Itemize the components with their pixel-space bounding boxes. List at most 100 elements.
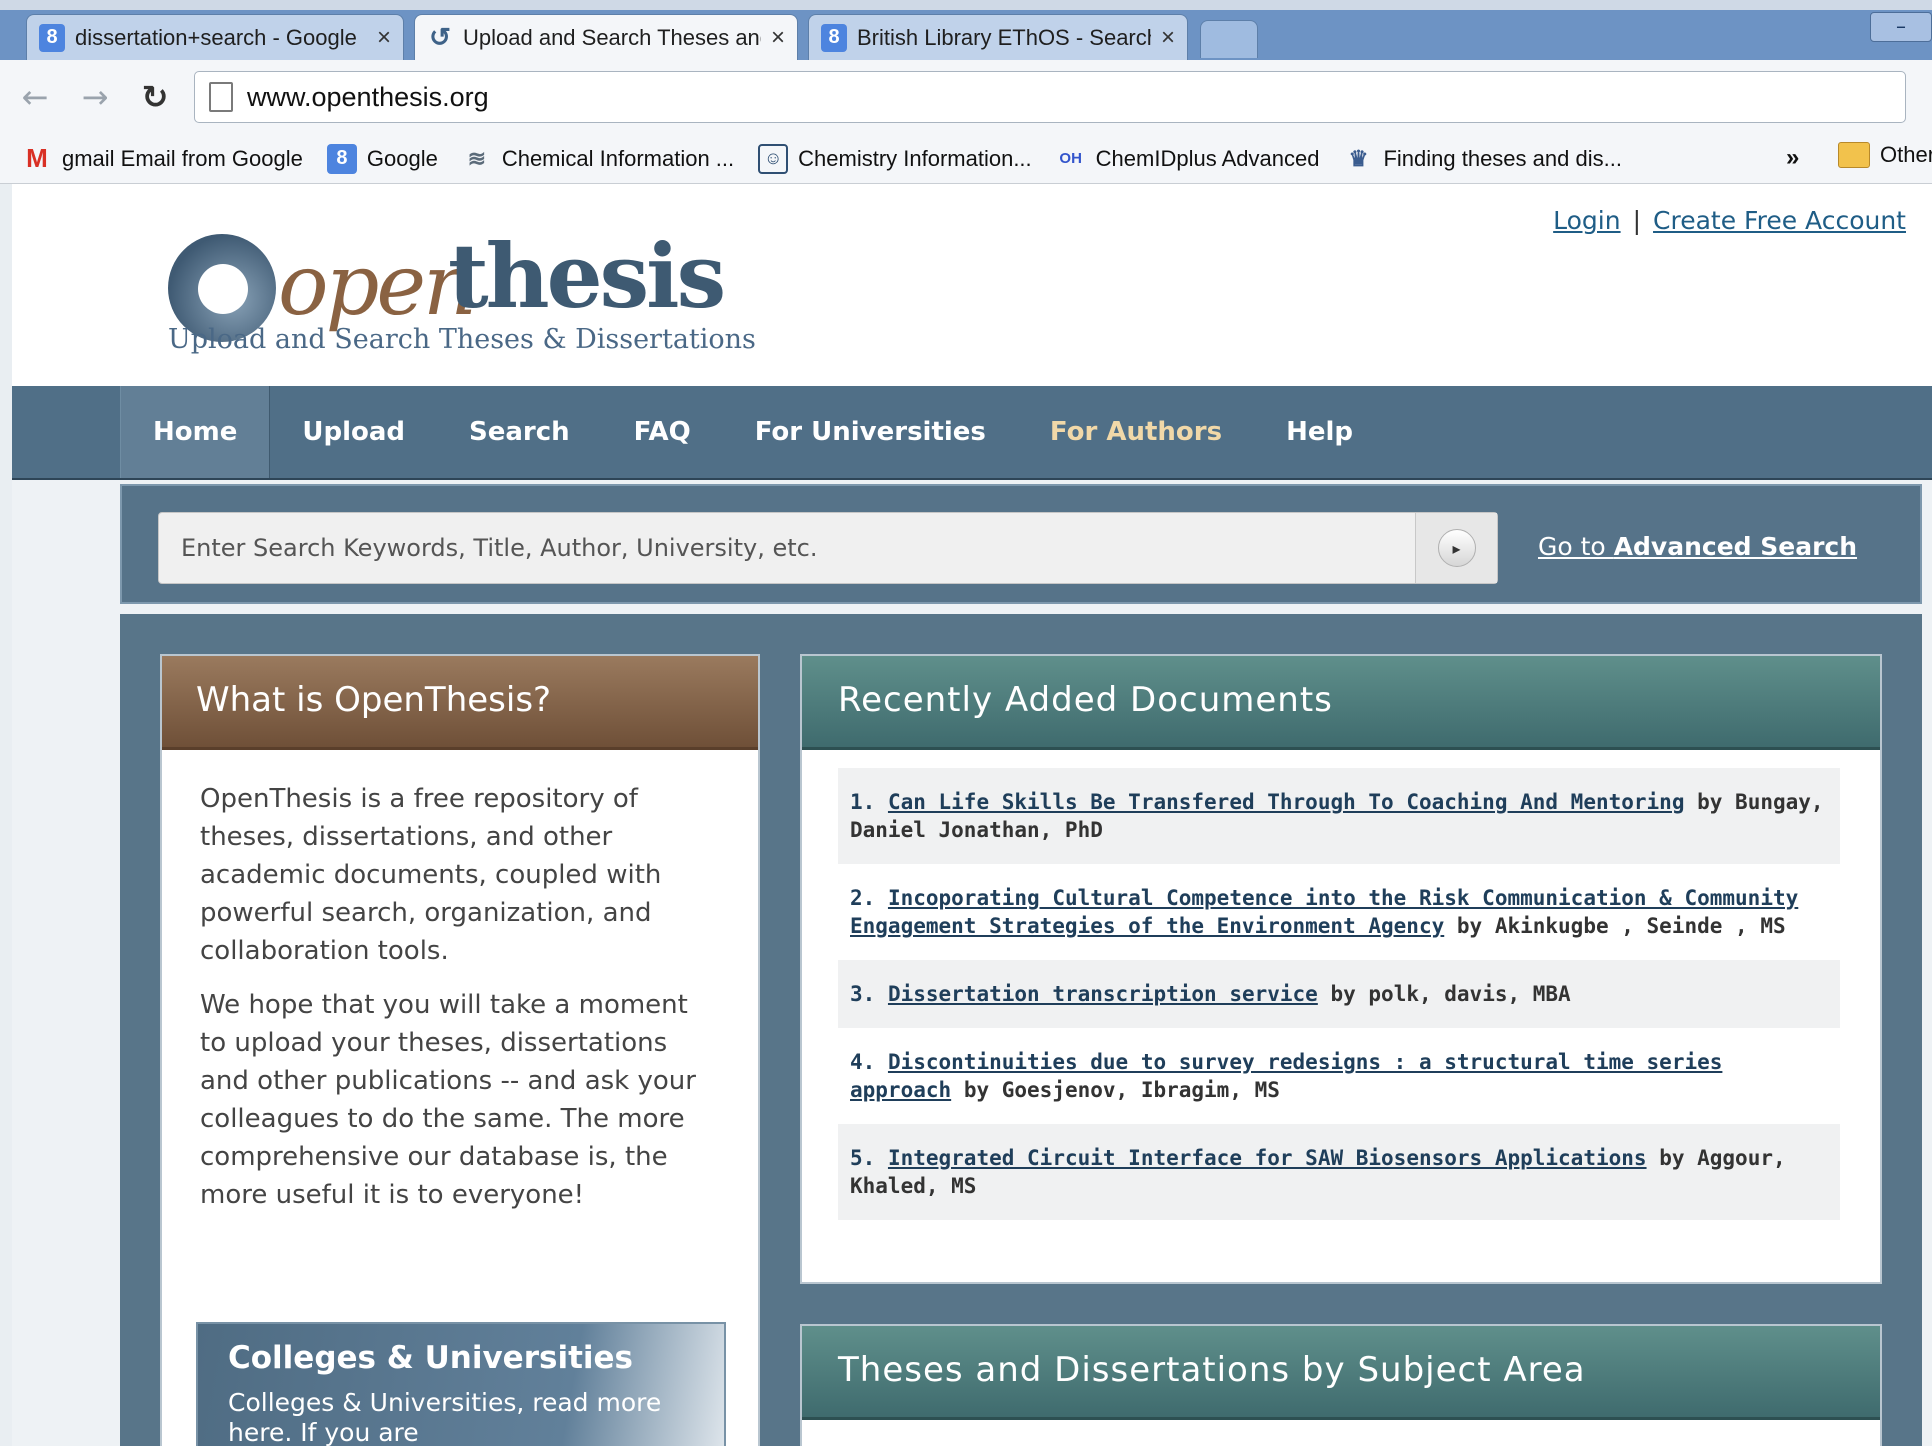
browser-tab-ethos[interactable]: 8 British Library EThOS - Search ×	[808, 14, 1188, 60]
colleges-universities-box[interactable]: Colleges & Universities Colleges & Unive…	[196, 1322, 726, 1446]
panel-title: Recently Added Documents	[802, 656, 1880, 750]
tab-title: dissertation+search - Google	[75, 24, 357, 50]
list-item: 2. Incoporating Cultural Competence into…	[838, 864, 1840, 960]
bookmark-chemical-information[interactable]: ≋ Chemical Information ...	[462, 144, 735, 174]
folder-icon	[1838, 142, 1870, 168]
advanced-search-label: Advanced Search	[1613, 532, 1858, 561]
list-item: 4. Discontinuities due to survey redesig…	[838, 1028, 1840, 1124]
list-item: 3. Dissertation transcription service by…	[838, 960, 1840, 1028]
what-is-openthesis-panel: What is OpenThesis? OpenThesis is a free…	[160, 654, 760, 1446]
content-area: What is OpenThesis? OpenThesis is a free…	[120, 614, 1922, 1446]
browser-tab-google-search[interactable]: 8 dissertation+search - Google ×	[26, 14, 404, 60]
gmail-icon: M	[26, 143, 48, 173]
url-text[interactable]: www.openthesis.org	[247, 82, 489, 113]
intro-paragraph: OpenThesis is a free repository of these…	[200, 784, 662, 966]
create-account-link[interactable]: Create Free Account	[1653, 206, 1906, 235]
site-tagline: Upload and Search Theses & Dissertations	[168, 324, 756, 355]
other-bookmarks-label: Other	[1880, 142, 1932, 167]
search-bar: ▸ Go to Advanced Search	[120, 484, 1922, 604]
google-icon: 8	[326, 143, 357, 174]
nav-help[interactable]: Help	[1254, 386, 1385, 478]
bookmark-chemistry-information[interactable]: ☺ Chemistry Information...	[758, 143, 1032, 174]
chem-icon: ☺	[758, 143, 789, 174]
nav-upload[interactable]: Upload	[270, 386, 437, 478]
panel-title: Theses and Dissertations by Subject Area	[802, 1326, 1880, 1420]
subject-area-panel: Theses and Dissertations by Subject Area	[800, 1324, 1882, 1446]
browser-tab-strip: 8 dissertation+search - Google × ↺ Uploa…	[0, 0, 1932, 60]
bookmark-label: Chemistry Information...	[798, 145, 1032, 171]
back-arrow-icon[interactable]: ←	[10, 72, 60, 122]
nav-for-authors[interactable]: For Authors	[1018, 386, 1254, 478]
bookmark-gmail[interactable]: M gmail Email from Google	[22, 143, 303, 174]
advanced-search-prefix: Go to	[1538, 532, 1614, 561]
item-number: 1.	[850, 790, 876, 814]
document-author: by polk, davis, MBA	[1330, 982, 1571, 1006]
account-links: Login | Create Free Account	[1512, 206, 1932, 235]
document-author: by Akinkugbe , Seinde , MS	[1456, 914, 1786, 938]
bookmark-google[interactable]: 8 Google	[326, 143, 438, 174]
browser-tab-openthesis[interactable]: ↺ Upload and Search Theses and ×	[414, 14, 798, 60]
panel-title: What is OpenThesis?	[162, 656, 758, 750]
search-submit-button[interactable]: ▸	[1415, 513, 1497, 583]
item-number: 3.	[850, 982, 876, 1006]
call-to-action-paragraph: We hope that you will take a moment to u…	[200, 990, 696, 1210]
bookmark-label: gmail Email from Google	[62, 145, 303, 171]
bookmarks-bar: M gmail Email from Google 8 Google ≋ Che…	[0, 134, 1932, 184]
close-icon[interactable]: ×	[377, 24, 391, 52]
colleges-title: Colleges & Universities	[228, 1340, 633, 1376]
logo-text-open: open	[278, 236, 477, 334]
new-tab-button[interactable]	[1200, 20, 1258, 58]
item-number: 4.	[850, 1050, 876, 1074]
reload-icon[interactable]: ↻	[130, 72, 180, 122]
more-bookmarks-icon[interactable]: »	[1786, 144, 1799, 172]
logo-text-thesis: thesis	[448, 224, 726, 328]
item-number: 2.	[850, 886, 876, 910]
close-icon[interactable]: ×	[1161, 24, 1175, 52]
recently-added-documents-panel: Recently Added Documents 1. Can Life Ski…	[800, 654, 1882, 1284]
search-box: ▸	[158, 512, 1498, 584]
list-item: 5. Integrated Circuit Interface for SAW …	[838, 1124, 1840, 1220]
bookmark-finding-theses[interactable]: ♛ Finding theses and dis...	[1343, 144, 1622, 174]
advanced-search-link[interactable]: Go to Advanced Search	[1538, 532, 1857, 561]
bookmark-chemidplus[interactable]: OH ChemIDplus Advanced	[1056, 144, 1320, 174]
cas-icon: ≋	[467, 145, 487, 171]
login-link[interactable]: Login	[1553, 206, 1620, 235]
nav-search[interactable]: Search	[437, 386, 602, 478]
list-item: 1. Can Life Skills Be Transfered Through…	[838, 768, 1840, 864]
tab-title: British Library EThOS - Search	[857, 24, 1151, 50]
google-icon: 8	[39, 23, 65, 52]
nav-faq[interactable]: FAQ	[602, 386, 723, 478]
item-number: 5.	[850, 1146, 876, 1170]
arrow-right-icon: ▸	[1437, 529, 1476, 567]
panel-body: OpenThesis is a free repository of these…	[162, 750, 758, 1214]
nav-for-universities[interactable]: For Universities	[723, 386, 1018, 478]
browser-toolbar: ← → ↻ www.openthesis.org	[0, 60, 1932, 134]
document-author: by Goesjenov, Ibragim, MS	[963, 1078, 1280, 1102]
search-input[interactable]	[159, 513, 1415, 583]
document-title-link[interactable]: Integrated Circuit Interface for SAW Bio…	[888, 1146, 1647, 1170]
main-navigation: Home Upload Search FAQ For Universities …	[12, 386, 1932, 480]
colleges-text: Colleges & Universities, read more here.…	[228, 1388, 662, 1446]
shield-icon: ♛	[1348, 145, 1369, 171]
bookmark-label: Google	[366, 145, 438, 171]
minimize-button[interactable]: –	[1870, 12, 1932, 42]
other-bookmarks-folder[interactable]: Other	[1838, 142, 1932, 168]
bookmark-label: ChemIDplus Advanced	[1095, 145, 1320, 171]
bookmark-label: Chemical Information ...	[501, 145, 735, 171]
site-header: open thesis Upload and Search Theses & D…	[12, 184, 1932, 386]
forward-arrow-icon[interactable]: →	[70, 72, 120, 122]
close-icon[interactable]: ×	[771, 24, 785, 52]
address-bar[interactable]: www.openthesis.org	[194, 71, 1906, 123]
page-icon	[209, 82, 233, 112]
nav-home[interactable]: Home	[120, 386, 271, 478]
tab-title: Upload and Search Theses and	[463, 24, 761, 50]
document-title-link[interactable]: Dissertation transcription service	[888, 982, 1318, 1006]
openthesis-icon: ↺	[429, 22, 451, 52]
recent-documents-list: 1. Can Life Skills Be Transfered Through…	[838, 768, 1840, 1220]
document-title-link[interactable]: Can Life Skills Be Transfered Through To…	[888, 790, 1685, 814]
google-icon: 8	[821, 23, 847, 52]
bookmark-label: Finding theses and dis...	[1383, 145, 1622, 171]
link-separator: |	[1632, 206, 1642, 235]
web-page: open thesis Upload and Search Theses & D…	[12, 184, 1932, 1446]
oh-icon: OH	[1059, 150, 1082, 167]
